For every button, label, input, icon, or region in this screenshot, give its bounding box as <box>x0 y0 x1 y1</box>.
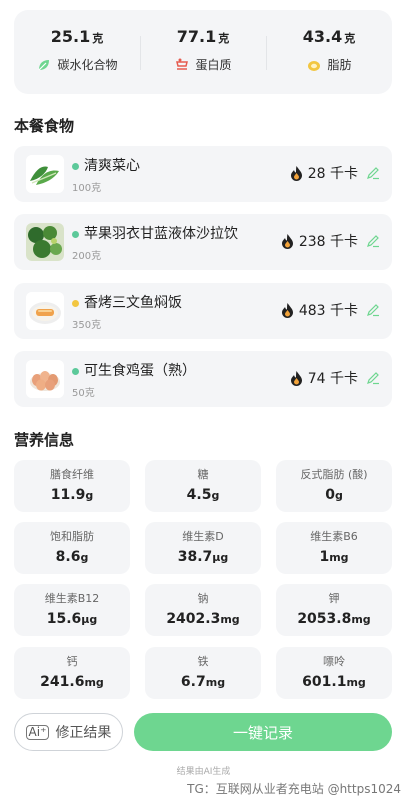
macro-carbs: 25.1 克 碳水化合物 <box>14 22 140 82</box>
nutrient-label: 钾 <box>328 592 340 605</box>
nutrient-value: 0g <box>325 487 343 503</box>
food-name: 清爽菜心 <box>84 158 140 174</box>
nutrient-value: 241.6mg <box>40 674 104 690</box>
food-thumbnail <box>26 223 64 261</box>
status-dot <box>72 300 79 307</box>
nutrient-label: 嘌呤 <box>323 655 345 668</box>
status-dot <box>72 368 79 375</box>
food-calories: 238 千卡 <box>298 234 358 250</box>
macro-value: 25.1 克 <box>50 27 104 46</box>
edit-icon[interactable] <box>366 234 380 248</box>
oil-icon <box>308 60 321 71</box>
nutrition-section-title: 营养信息 <box>14 431 75 449</box>
nutrient-card: 维生素D 38.7μg <box>145 522 261 574</box>
food-weight: 200克 <box>72 251 102 262</box>
nutrient-value: 601.1mg <box>302 674 366 690</box>
macro-summary-card: 25.1 克 碳水化合物 77.1 克 蛋白质 43.4 克 脂肪 <box>14 10 392 94</box>
fire-icon <box>290 371 302 386</box>
edit-icon[interactable] <box>366 371 380 385</box>
status-dot <box>72 163 79 170</box>
nutrient-label: 维生素B6 <box>310 530 358 543</box>
status-dot <box>72 231 79 238</box>
leaf-icon <box>39 59 50 70</box>
edit-icon[interactable] <box>366 166 380 180</box>
nutrient-card: 铁 6.7mg <box>145 647 261 699</box>
nutrient-label: 维生素D <box>182 530 224 543</box>
food-thumbnail <box>26 155 64 193</box>
food-thumbnail <box>26 292 64 330</box>
ai-icon: Ai⁺ <box>25 724 50 740</box>
macro-value: 43.4 克 <box>302 27 356 46</box>
nutrient-value: 4.5g <box>186 487 220 503</box>
nutrient-card: 维生素B12 15.6μg <box>14 584 130 636</box>
edit-icon[interactable] <box>366 303 380 317</box>
nutrient-card: 糖 4.5g <box>145 460 261 512</box>
macro-label: 碳水化合物 <box>57 58 118 72</box>
fire-icon <box>290 166 302 181</box>
steak-icon <box>176 58 189 70</box>
fix-result-label: 修正结果 <box>55 725 112 741</box>
macro-label: 脂肪 <box>327 58 352 72</box>
macro-protein: 77.1 克 蛋白质 <box>140 22 266 82</box>
food-calories: 28 千卡 <box>307 166 358 182</box>
one-click-record-button[interactable]: 一键记录 <box>134 713 392 751</box>
food-weight: 50克 <box>72 388 95 399</box>
food-calories: 74 千卡 <box>307 371 358 387</box>
fire-icon <box>281 234 293 249</box>
nutrient-label: 饱和脂肪 <box>50 530 94 543</box>
nutrient-label: 维生素B12 <box>44 592 100 605</box>
nutrient-label: 反式脂肪 (酸) <box>300 468 368 481</box>
food-name: 可生食鸡蛋（熟） <box>84 363 196 379</box>
nutrient-card: 钠 2402.3mg <box>145 584 261 636</box>
watermark: TG：互联网从业者充电站 @https1024 <box>187 782 401 796</box>
nutrient-value: 6.7mg <box>180 674 226 690</box>
nutrient-card: 钙 241.6mg <box>14 647 130 699</box>
nutrient-value: 11.9g <box>50 487 94 503</box>
nutrient-value: 2402.3mg <box>166 611 240 627</box>
food-item[interactable]: 可生食鸡蛋（熟） 50克 74 千卡 <box>14 351 392 407</box>
record-label: 一键记录 <box>232 723 293 742</box>
meal-section-title: 本餐食物 <box>14 117 75 135</box>
food-thumbnail <box>26 360 64 398</box>
macro-label: 蛋白质 <box>195 58 232 72</box>
nutrient-card: 维生素B6 1mg <box>276 522 392 574</box>
nutrient-card: 嘌呤 601.1mg <box>276 647 392 699</box>
food-name: 香烤三文鱼焖饭 <box>84 295 182 311</box>
nutrient-card: 钾 2053.8mg <box>276 584 392 636</box>
food-item[interactable]: 清爽菜心 100克 28 千卡 <box>14 146 392 202</box>
fire-icon <box>281 303 293 318</box>
macro-value: 77.1 克 <box>176 27 230 46</box>
food-calories: 483 千卡 <box>298 303 358 319</box>
food-name: 苹果羽衣甘蓝液体沙拉饮 <box>84 226 238 242</box>
nutrient-value: 2053.8mg <box>297 611 371 627</box>
nutrient-label: 糖 <box>197 468 209 481</box>
nutrient-label: 铁 <box>197 655 209 668</box>
fix-result-button[interactable]: Ai⁺ 修正结果 <box>14 713 123 751</box>
food-weight: 100克 <box>72 183 102 194</box>
nutrient-value: 1mg <box>319 549 349 565</box>
nutrient-value: 15.6μg <box>46 611 98 627</box>
nutrient-card: 饱和脂肪 8.6g <box>14 522 130 574</box>
ai-generated-footnote: 结果由AI生成 <box>176 767 231 777</box>
nutrient-label: 膳食纤维 <box>50 468 94 481</box>
food-item[interactable]: 苹果羽衣甘蓝液体沙拉饮 200克 238 千卡 <box>14 214 392 270</box>
food-weight: 350克 <box>72 320 102 331</box>
nutrient-card: 反式脂肪 (酸) 0g <box>276 460 392 512</box>
food-item[interactable]: 香烤三文鱼焖饭 350克 483 千卡 <box>14 283 392 339</box>
nutrient-label: 钙 <box>66 655 78 668</box>
nutrient-value: 8.6g <box>55 549 89 565</box>
nutrient-label: 钠 <box>197 592 209 605</box>
nutrient-value: 38.7μg <box>177 549 229 565</box>
nutrient-card: 膳食纤维 11.9g <box>14 460 130 512</box>
macro-fat: 43.4 克 脂肪 <box>266 22 392 82</box>
